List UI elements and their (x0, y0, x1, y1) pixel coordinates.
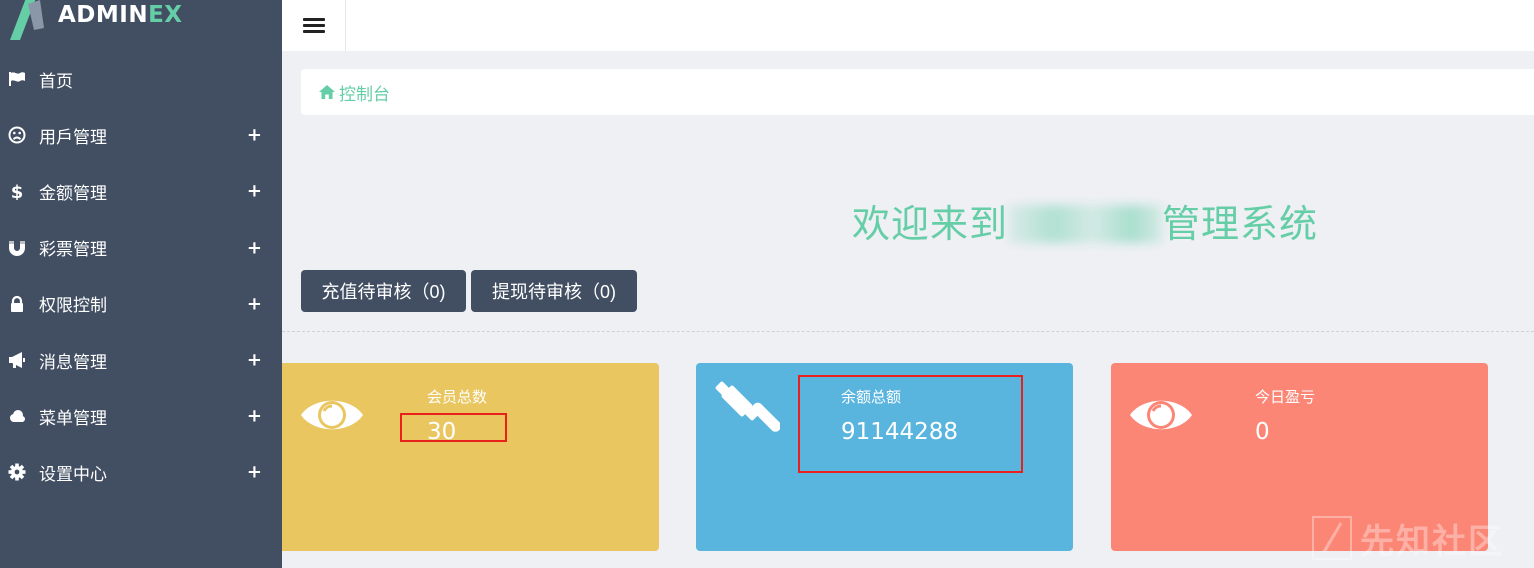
breadcrumb-dashboard-link[interactable]: 控制台 (339, 80, 390, 105)
expand-plus-icon[interactable]: + (247, 125, 262, 146)
sidebar-item-finance[interactable]: $ 金额管理 + (0, 163, 282, 219)
stat-title: 今日盈亏 (1255, 388, 1316, 406)
frown-icon (8, 126, 26, 144)
breadcrumb: 控制台 (301, 69, 1534, 115)
sidebar-item-permissions[interactable]: 权限控制 + (0, 276, 282, 332)
sidebar-item-messages[interactable]: 消息管理 + (0, 332, 282, 388)
eye-icon (1130, 400, 1192, 430)
member-count-card: 会员总数 30 (282, 363, 659, 551)
logo-mark-icon (10, 0, 44, 40)
expand-plus-icon[interactable]: + (247, 181, 262, 202)
welcome-heading: 欢迎来到 管理系统 (852, 193, 1318, 248)
sidebar-item-label: 消息管理 (39, 352, 107, 373)
gear-icon (8, 463, 26, 481)
hamburger-icon (302, 15, 325, 36)
logo-suffix: EX (148, 2, 183, 28)
withdraw-pending-button[interactable]: 提现待审核（0) (471, 270, 637, 312)
flag-icon (8, 70, 26, 88)
top-header (282, 0, 1534, 51)
sidebar-nav: 首页 用戶管理 + $ 金额管理 + 彩票管理 + 权限控制 + 消息管理 + … (0, 51, 282, 501)
welcome-prefix: 欢迎来到 (852, 202, 1009, 246)
expand-plus-icon[interactable]: + (247, 406, 262, 427)
highlight-box-balance-total (798, 375, 1023, 473)
watermark-logo-icon (1312, 516, 1352, 560)
sidebar-item-lottery[interactable]: 彩票管理 + (0, 220, 282, 276)
home-icon (319, 85, 335, 99)
stat-value: 0 (1255, 419, 1270, 445)
divider (282, 331, 1534, 332)
sidebar-item-label: 用戶管理 (39, 127, 107, 148)
watermark-text: 先知社区 (1360, 521, 1504, 562)
sidebar-item-label: 设置中心 (39, 464, 107, 485)
sidebar-item-menus[interactable]: 菜单管理 + (0, 388, 282, 444)
expand-plus-icon[interactable]: + (247, 293, 262, 314)
watermark: 先知社区 (1312, 514, 1527, 562)
magnet-icon (8, 239, 26, 257)
welcome-suffix: 管理系统 (1162, 202, 1319, 246)
eye-icon (301, 400, 363, 430)
logo[interactable]: ADMINEX (0, 0, 282, 52)
sidebar-item-label: 菜单管理 (39, 408, 107, 429)
expand-plus-icon[interactable]: + (247, 237, 262, 258)
expand-plus-icon[interactable]: + (247, 350, 262, 371)
logo-prefix: ADMIN (58, 2, 149, 28)
lock-icon (8, 295, 26, 313)
sidebar-item-label: 首页 (39, 71, 73, 92)
expand-plus-icon[interactable]: + (247, 462, 262, 483)
sidebar-item-label: 金额管理 (39, 183, 107, 204)
redacted-system-name (1008, 205, 1163, 243)
svg-text:$: $ (11, 182, 24, 200)
sidebar-item-settings[interactable]: 设置中心 + (0, 444, 282, 500)
sidebar-toggle-button[interactable] (282, 0, 346, 51)
highlight-box-member-count (400, 413, 507, 442)
cloud-icon (8, 407, 26, 425)
dollar-icon: $ (8, 182, 26, 200)
sidebar: ADMINEX 首页 用戶管理 + $ 金额管理 + 彩票管理 + 权限控制 +… (0, 0, 282, 568)
sidebar-item-users[interactable]: 用戶管理 + (0, 107, 282, 163)
gavel-icon (715, 381, 780, 432)
sidebar-item-label: 彩票管理 (39, 240, 107, 261)
sidebar-item-home[interactable]: 首页 (0, 51, 282, 107)
sidebar-item-label: 权限控制 (39, 296, 107, 317)
logo-text: ADMINEX (58, 2, 183, 28)
bullhorn-icon (8, 351, 26, 369)
stat-title: 会员总数 (427, 388, 488, 406)
recharge-pending-button[interactable]: 充值待审核（0) (301, 270, 466, 312)
